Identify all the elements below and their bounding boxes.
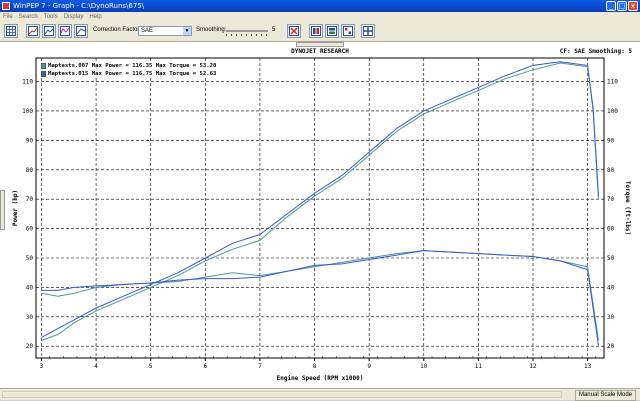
y-tick-label: 100: [22, 108, 33, 115]
x-tick-label: 7: [258, 363, 262, 370]
x-tick-label: 9: [367, 363, 371, 370]
legend-label-1: Maptests.007 Max Power = 116.35 Max Torq…: [48, 63, 217, 69]
chart-grid: [35, 57, 605, 359]
y2-tick-label: 100: [607, 108, 618, 115]
y-axis-title: Power (hp): [12, 190, 19, 226]
x-tick-label: 11: [475, 363, 483, 370]
y2-tick-label: 40: [607, 284, 615, 291]
y-tick-label: 40: [26, 284, 34, 291]
y-tick-label: 60: [26, 226, 34, 233]
y-tick-label: 30: [26, 314, 34, 321]
y-tick-label: 70: [26, 196, 34, 203]
legend-label-2: Maptests.015 Max Power = 116.75 Max Torq…: [48, 71, 217, 77]
y-tick-label: 20: [26, 343, 34, 350]
status-bar: Manual Scale Mode: [0, 388, 640, 401]
y2-tick-label: 110: [607, 79, 618, 86]
y-tick-label: 90: [26, 137, 34, 144]
x-tick-label: 5: [149, 363, 153, 370]
y2-tick-label: 90: [607, 137, 615, 144]
y2-axis-title: Torque (ft-lbs): [624, 181, 631, 235]
y2-tick-label: 30: [607, 314, 615, 321]
legend-item-2: Maptests.015 Max Power = 116.75 Max Torq…: [41, 70, 216, 78]
y2-tick-label: 80: [607, 167, 615, 174]
legend-swatch-1: [41, 63, 46, 69]
status-panel: [2, 391, 562, 398]
legend-item-1: Maptests.007 Max Power = 116.35 Max Torq…: [41, 62, 216, 70]
y2-tick-label: 20: [607, 343, 615, 350]
legend-swatch-2: [41, 71, 46, 77]
y-tick-label: 80: [26, 167, 34, 174]
x-tick-label: 8: [313, 363, 317, 370]
x-tick-label: 6: [203, 363, 207, 370]
y2-tick-label: 50: [607, 255, 615, 262]
y2-tick-label: 70: [607, 196, 615, 203]
y-tick-label: 50: [26, 255, 34, 262]
x-tick-label: 3: [40, 363, 44, 370]
x-tick-label: 13: [584, 363, 592, 370]
x-tick-label: 12: [529, 363, 537, 370]
plot-area: [35, 57, 605, 359]
x-tick-label: 10: [420, 363, 428, 370]
dyno-chart[interactable]: 3 4 5 6 7 8 9 10 11 12 13 20 30 40 50 60 70 80 90 100 110 20 3…: [0, 0, 640, 400]
y2-tick-label: 60: [607, 226, 615, 233]
x-axis-title: Engine Speed (RPM x1000): [277, 375, 364, 382]
x-tick-label: 4: [94, 363, 98, 370]
y-tick-label: 110: [22, 79, 33, 86]
chart-legend: Maptests.007 Max Power = 116.35 Max Torq…: [41, 62, 217, 78]
scale-mode-status: Manual Scale Mode: [574, 390, 636, 401]
